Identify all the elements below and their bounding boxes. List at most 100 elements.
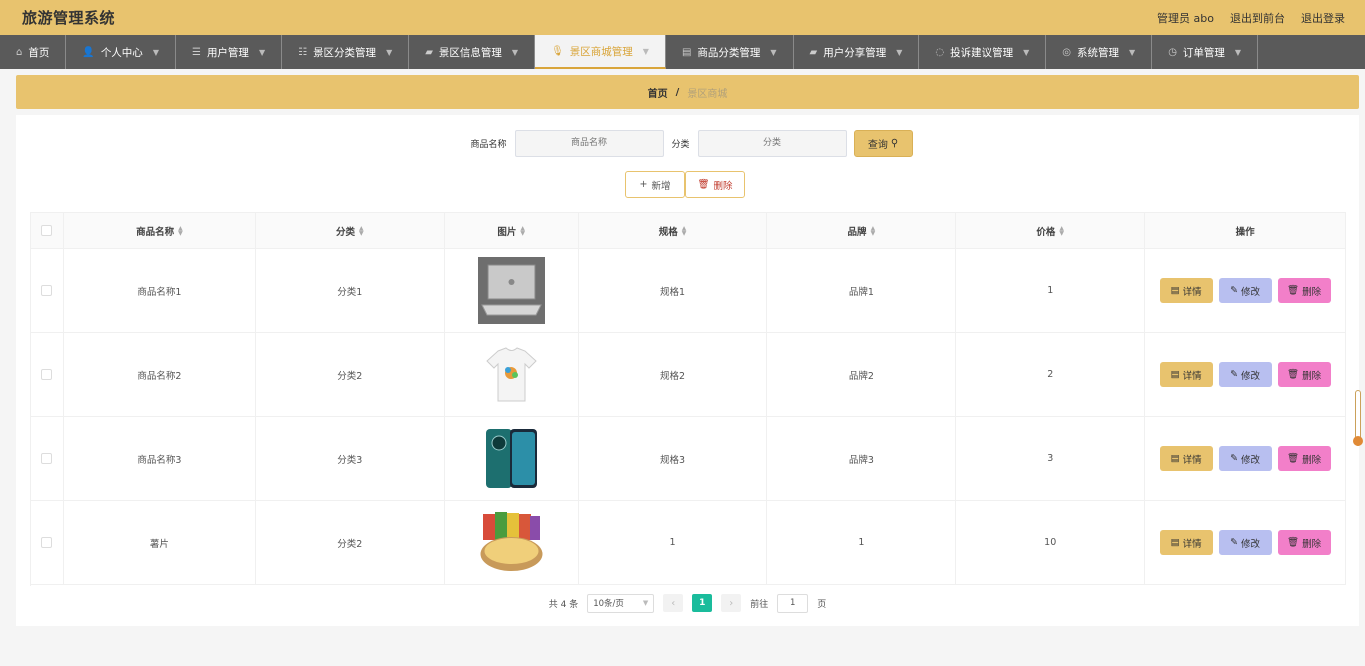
nav-item-0[interactable]: ⌂ 首页 xyxy=(0,35,67,69)
nav-item-9[interactable]: ◎ 系统管理 ▼ xyxy=(1046,35,1153,69)
edit-button[interactable]: ✎ 修改 xyxy=(1218,362,1272,387)
nav-item-label: 用户管理 xyxy=(206,46,249,59)
nav-item-3[interactable]: ☷ 景区分类管理 ▼ xyxy=(282,35,410,69)
cell-image xyxy=(445,249,579,332)
admin-user-label: 管理员 abo xyxy=(1157,11,1214,25)
cell-operations: ▤ 详情 ✎ 修改 🗑 删除 xyxy=(1145,333,1346,416)
table-row: 商品名称2 分类2 规格2 品牌2 2 ▤ 详情 ✎ 修改 🗑 删除 xyxy=(31,333,1346,417)
edit-button[interactable]: ✎ 修改 xyxy=(1218,530,1272,555)
delete-label: 删除 xyxy=(1302,286,1322,298)
nav-item-label: 投诉建议管理 xyxy=(950,46,1014,59)
top-right-links: 管理员 abo 退出到前台 退出登录 xyxy=(1157,10,1345,26)
nav-item-label: 订单管理 xyxy=(1182,46,1225,59)
product-image[interactable] xyxy=(477,509,545,576)
cell-price: 3 xyxy=(956,417,1146,500)
header-brand[interactable]: 品牌 ▲ ▼ xyxy=(767,213,957,248)
select-all-checkbox[interactable] xyxy=(41,225,53,236)
sort-icon[interactable]: ▲ ▼ xyxy=(682,225,687,236)
cell-brand: 品牌3 xyxy=(767,417,957,500)
breadcrumb-separator: / xyxy=(675,86,680,98)
edit-button[interactable]: ✎ 修改 xyxy=(1218,278,1272,303)
product-name-input[interactable] xyxy=(514,129,664,157)
sort-icon[interactable]: ▲ ▼ xyxy=(1059,225,1064,236)
product-image[interactable] xyxy=(477,257,545,324)
trash-icon: 🗑 xyxy=(697,179,710,190)
cell-category: 分类1 xyxy=(256,249,445,332)
row-checkbox[interactable] xyxy=(41,537,53,548)
header-category[interactable]: 分类 ▲ ▼ xyxy=(256,213,445,248)
logout-link[interactable]: 退出登录 xyxy=(1301,10,1345,26)
query-button-label: 查询 xyxy=(867,139,888,151)
cell-operations: ▤ 详情 ✎ 修改 🗑 删除 xyxy=(1145,249,1346,332)
nav-item-2[interactable]: ☰ 用户管理 ▼ xyxy=(176,35,283,69)
cell-operations: ▤ 详情 ✎ 修改 🗑 删除 xyxy=(1145,501,1346,584)
nav-item-10[interactable]: ◷ 订单管理 ▼ xyxy=(1152,35,1259,69)
current-page-button[interactable]: 1 xyxy=(692,594,713,612)
briefcase-icon: ▰ xyxy=(425,46,433,58)
delete-button[interactable]: 🗑 删除 xyxy=(1277,278,1331,303)
detail-button[interactable]: ▤ 详情 xyxy=(1159,446,1213,471)
prev-page-button[interactable]: ‹ xyxy=(663,594,684,612)
cell-price: 1 xyxy=(956,249,1146,332)
batch-delete-button[interactable]: 🗑 删除 xyxy=(685,171,745,198)
delete-button[interactable]: 🗑 删除 xyxy=(1277,362,1331,387)
row-select-cell xyxy=(31,249,64,332)
next-page-button[interactable]: › xyxy=(721,594,742,612)
nav-item-7[interactable]: ▰ 用户分享管理 ▼ xyxy=(794,35,920,69)
query-button[interactable]: 查询 ⚲ xyxy=(853,129,913,157)
page-unit-label: 页 xyxy=(817,599,827,610)
header-product-name[interactable]: 商品名称 ▲ ▼ xyxy=(64,213,256,248)
chevron-down-icon: ▼ xyxy=(386,47,393,57)
detail-button[interactable]: ▤ 详情 xyxy=(1159,362,1213,387)
nav-item-4[interactable]: ▰ 景区信息管理 ▼ xyxy=(409,35,536,69)
chevron-down-icon: ▼ xyxy=(258,47,266,57)
total-count: 共 4 条 xyxy=(548,599,579,610)
edit-button[interactable]: ✎ 修改 xyxy=(1218,446,1272,471)
exit-to-front-link[interactable]: 退出到前台 xyxy=(1230,10,1285,26)
sort-icon[interactable]: ▲ ▼ xyxy=(359,225,364,236)
delete-button[interactable]: 🗑 删除 xyxy=(1277,446,1331,471)
search-bar: 商品名称 分类 查询 ⚲ xyxy=(16,129,1359,157)
header-price[interactable]: 价格 ▲ ▼ xyxy=(956,213,1146,248)
product-image[interactable] xyxy=(477,341,545,408)
pagination: 共 4 条 10条/页 ▼ ‹ 1 › 前往 1 页 xyxy=(16,593,1359,613)
header-image[interactable]: 图片 ▲ ▼ xyxy=(445,213,579,248)
delete-label: 删除 xyxy=(1302,454,1322,466)
sort-icon[interactable]: ▲ ▼ xyxy=(178,225,183,236)
nav-item-1[interactable]: 👤 个人中心 ▼ xyxy=(66,35,176,69)
add-button-label: 新增 xyxy=(651,180,671,192)
table-row: 薯片 分类2 1 1 10 ▤ 详情 ✎ 修改 🗑 删除 xyxy=(31,501,1346,585)
cell-category: 分类2 xyxy=(256,501,445,584)
row-checkbox[interactable] xyxy=(41,285,53,296)
cell-price: 10 xyxy=(956,501,1146,584)
row-checkbox[interactable] xyxy=(41,369,53,380)
nav-item-6[interactable]: ▤ 商品分类管理 ▼ xyxy=(666,35,794,69)
detail-button[interactable]: ▤ 详情 xyxy=(1159,530,1213,555)
add-button[interactable]: + 新增 xyxy=(625,171,685,198)
nav-item-8[interactable]: ◌ 投诉建议管理 ▼ xyxy=(919,35,1047,69)
detail-button[interactable]: ▤ 详情 xyxy=(1159,278,1213,303)
row-checkbox[interactable] xyxy=(41,453,53,464)
header-label: 操作 xyxy=(1235,226,1255,238)
sort-icon[interactable]: ▲ ▼ xyxy=(520,225,525,236)
chevron-down-icon: ▼ xyxy=(770,47,777,57)
scroll-indicator[interactable] xyxy=(1353,436,1363,446)
page-size-select[interactable]: 10条/页 ▼ xyxy=(587,593,655,613)
header-spec[interactable]: 规格 ▲ ▼ xyxy=(579,213,768,248)
breadcrumb-current: 景区商城 xyxy=(687,88,728,100)
row-actions: ▤ 详情 ✎ 修改 🗑 删除 xyxy=(1159,278,1331,303)
plus-icon: + xyxy=(639,179,648,190)
category-input[interactable] xyxy=(697,129,847,157)
goto-page-input[interactable]: 1 xyxy=(777,593,809,613)
search-icon: ⚲ xyxy=(890,137,899,149)
product-image[interactable] xyxy=(477,425,545,492)
content-panel: 商品名称 分类 查询 ⚲ + 新增 🗑 删除 商品名称▲▼ 分类▲▼ xyxy=(16,115,1359,626)
cell-brand: 品牌2 xyxy=(767,333,957,416)
cell-image xyxy=(445,333,579,416)
nav-item-5[interactable]: 🎙 景区商城管理 ▼ xyxy=(535,35,666,69)
clock-icon: ◷ xyxy=(1168,46,1177,58)
nav-item-label: 首页 xyxy=(28,46,50,59)
sort-icon[interactable]: ▲ ▼ xyxy=(871,225,876,236)
breadcrumb-home[interactable]: 首页 xyxy=(648,85,668,100)
delete-button[interactable]: 🗑 删除 xyxy=(1277,530,1331,555)
